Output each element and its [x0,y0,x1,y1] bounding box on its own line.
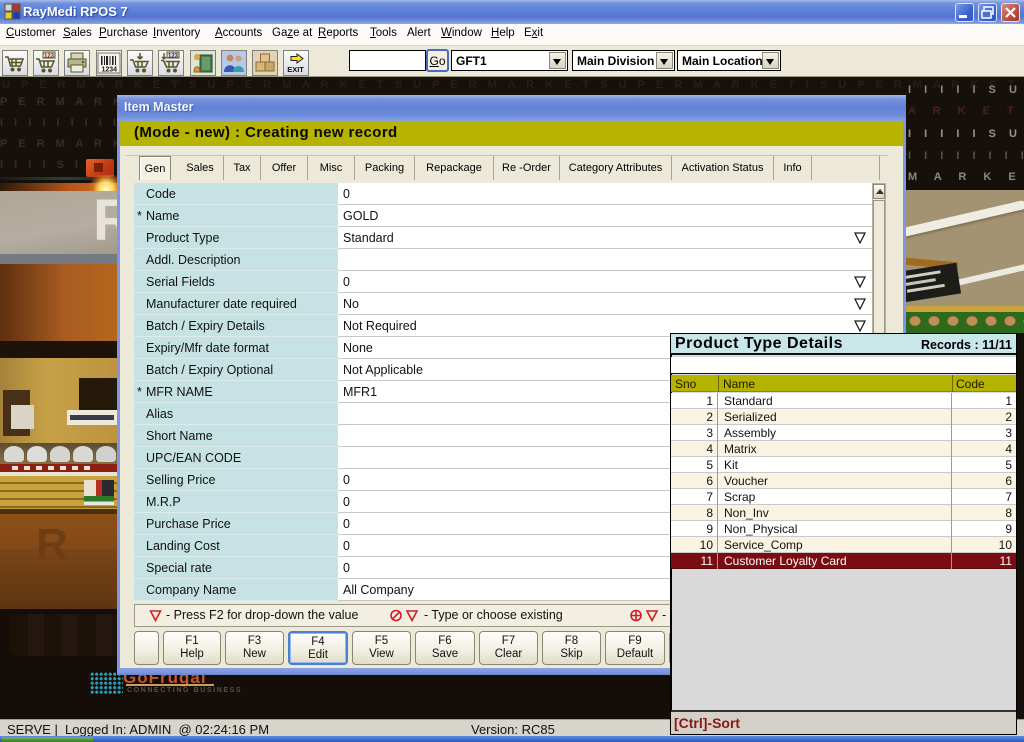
svg-text:123: 123 [44,54,55,60]
svg-text:123: 123 [168,54,179,60]
svg-text:EXIT: EXIT [287,65,304,74]
svg-text:1234: 1234 [102,67,118,74]
